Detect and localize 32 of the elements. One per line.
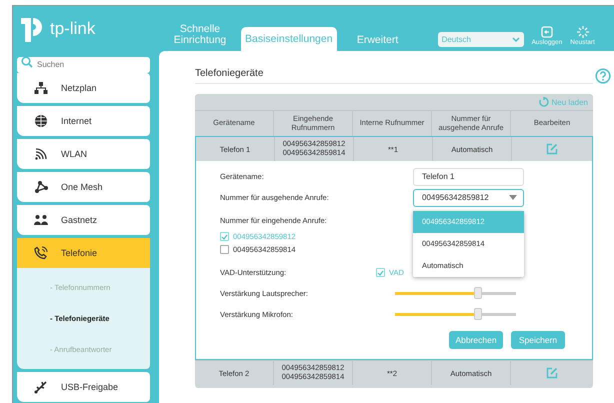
people-icon [34, 213, 48, 227]
logo-text: tp-link [50, 19, 96, 39]
edit-icon[interactable] [546, 367, 558, 379]
sidebar-item[interactable]: Telefonie [17, 238, 150, 268]
network-icon [34, 81, 48, 95]
name-input[interactable]: Telefon 1 [413, 168, 524, 186]
sidebar-item[interactable]: Internet [17, 106, 150, 136]
checkbox[interactable] [220, 232, 229, 241]
sidebar-item[interactable]: USB-Freigabe [17, 372, 150, 402]
mesh-icon [34, 180, 48, 194]
edit-icon[interactable] [546, 143, 558, 155]
help-icon[interactable] [595, 68, 611, 84]
page-title: Telefoniegeräte [195, 68, 264, 79]
logout-icon [540, 26, 553, 38]
globe-icon [34, 114, 48, 128]
search-field[interactable]: Suchen [17, 56, 150, 72]
sidebar-item[interactable]: Netzplan [17, 73, 150, 103]
slider-thumb[interactable] [474, 308, 482, 320]
sidebar-item[interactable]: Gastnetz [17, 205, 150, 235]
spinner-icon [576, 26, 589, 38]
outgoing-select[interactable]: 004956342859812 [413, 188, 524, 206]
phone-icon [34, 246, 48, 260]
sidebar-item[interactable]: One Mesh [17, 172, 150, 202]
checkbox[interactable] [376, 268, 385, 277]
sidebar-item[interactable]: WLAN [17, 139, 150, 169]
reload-icon [538, 97, 549, 107]
slider-thumb[interactable] [474, 287, 482, 299]
wifi-icon [34, 147, 48, 161]
usb-icon [34, 380, 48, 394]
checkbox[interactable] [220, 245, 229, 254]
chevron-icon [512, 36, 520, 42]
caret-icon [509, 195, 517, 200]
